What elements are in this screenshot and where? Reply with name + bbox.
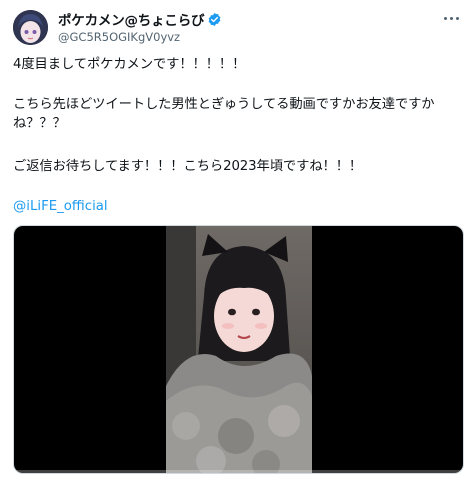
verified-badge-icon [207,12,222,27]
tweet-text-line-1: 4度目ましてポケカメンです！！！！！ [13,57,246,72]
tweet-card[interactable]: ポケカメン@ちょこらび @GC5R5OGIKgV0yvz 4度目ましてポケカメン… [0,0,476,482]
video-player[interactable] [13,225,464,474]
tweet-text-line-3: ご返信お待ちしてます！！！こちら2023年頃ですね！！！ [13,159,363,174]
mention-link[interactable]: @iLiFE_official [13,199,108,214]
author-handle[interactable]: @GC5R5OGIKgV0yvz [58,30,180,44]
author-name-row[interactable]: ポケカメン@ちょこらび [58,9,222,29]
more-options-icon[interactable] [440,10,462,26]
video-thumbnail[interactable] [166,226,312,473]
avatar[interactable] [13,10,48,45]
tweet-text-line-2: こちら先ほどツイートした男性とぎゅうしてる動画ですかお友達ですかね？？？ [13,97,435,131]
video-progress-bar[interactable] [14,470,463,473]
display-name[interactable]: ポケカメン@ちょこらび [58,9,205,29]
